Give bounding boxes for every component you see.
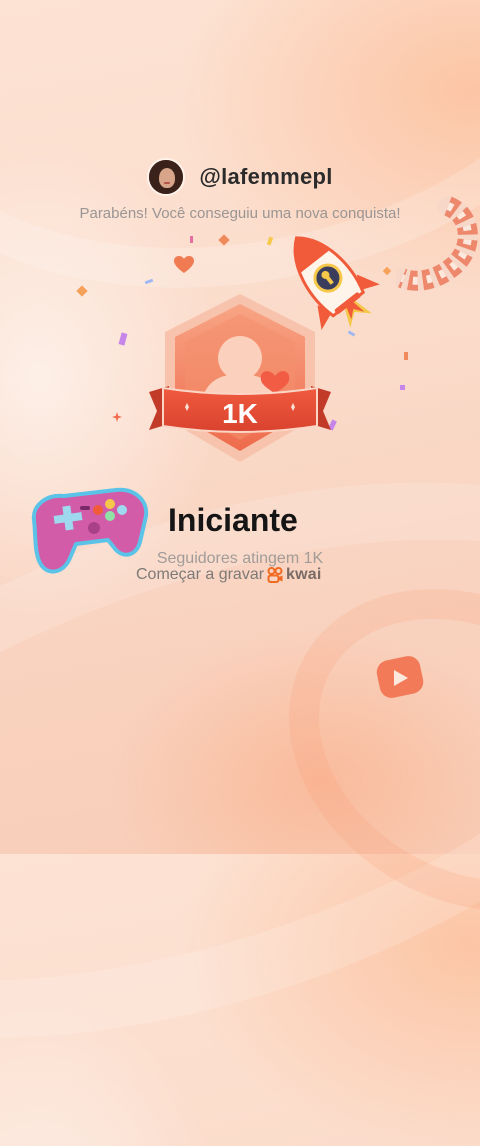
confetti bbox=[190, 236, 193, 243]
confetti bbox=[112, 412, 122, 422]
profile-header: @lafemmepl bbox=[0, 158, 480, 196]
confetti bbox=[218, 234, 230, 246]
kwai-brand: kwai bbox=[286, 566, 322, 583]
badge-1k: 1K bbox=[149, 294, 331, 462]
confetti bbox=[400, 385, 405, 390]
confetti bbox=[144, 278, 154, 285]
badge-label: 1K bbox=[222, 398, 258, 429]
background-swoosh bbox=[230, 525, 480, 975]
confetti bbox=[76, 285, 88, 297]
avatar[interactable] bbox=[147, 158, 186, 196]
username[interactable]: @lafemmepl bbox=[199, 164, 332, 190]
heart-icon bbox=[174, 256, 194, 273]
confetti bbox=[404, 352, 408, 360]
confetti bbox=[266, 236, 274, 246]
record-cta[interactable]: Começar a gravar kwai bbox=[136, 566, 322, 584]
record-cta-text: Começar a gravar bbox=[136, 566, 265, 583]
kwai-logo-icon bbox=[267, 567, 283, 583]
achievement-title: Iniciante bbox=[168, 502, 298, 538]
confetti bbox=[118, 332, 128, 346]
film-strip-icon bbox=[396, 196, 478, 291]
play-button-icon bbox=[376, 656, 424, 698]
